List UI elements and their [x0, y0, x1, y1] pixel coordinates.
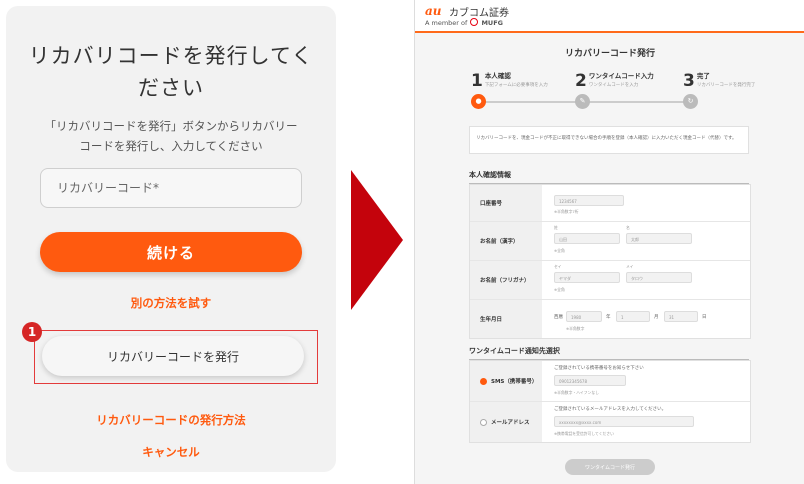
- step-badge: 1: [22, 322, 42, 342]
- step-number: 3: [683, 71, 695, 91]
- section-notify-title: ワンタイムコード通知先選択: [469, 346, 749, 360]
- member-prefix: A member of: [425, 19, 468, 27]
- sms-label: SMS（携帯番号）: [491, 379, 538, 385]
- birthdate-label: 生年月日: [470, 300, 542, 338]
- row-birthdate: 生年月日 西暦 1980 年 1 月 31 日 ※半角数字: [470, 300, 750, 338]
- refresh-icon: ↻: [683, 94, 698, 109]
- member-of-text: A member of MUFG: [425, 18, 503, 27]
- instruction-text: 「リカバリコードを発行」ボタンからリカバリー コードを発行し、入力してください: [36, 116, 306, 156]
- name-kana-label: お名前（フリガナ）: [470, 261, 542, 299]
- step-3: 3 完了 リカバリーコードを発行完了: [683, 72, 755, 90]
- row-name-kanji: お名前（漢字） 姓 名 山田 太郎 ※全角: [470, 222, 750, 261]
- step-2: 2 ワンタイムコード入力 ワンタイムコードを入力: [575, 72, 654, 90]
- site-header: au カブコム証券 A member of MUFG: [415, 0, 804, 33]
- birth-note: ※半角数字: [566, 326, 585, 331]
- first-name-kana-input[interactable]: タロウ: [626, 272, 692, 283]
- member-brand: MUFG: [481, 19, 503, 27]
- account-input[interactable]: 1234567: [554, 195, 624, 206]
- user-icon: ●: [471, 94, 486, 109]
- recovery-code-panel: リカバリコードを発行してく ださい 「リカバリコードを発行」ボタンからリカバリー…: [6, 6, 336, 472]
- mail-address-input[interactable]: xxxxxxxx@xxxx.com: [554, 416, 694, 427]
- sei-caption: 姓: [554, 225, 558, 230]
- account-label: 口座番号: [470, 185, 542, 221]
- name-kana-note: ※全角: [554, 287, 565, 292]
- name-kanji-label: お名前（漢字）: [470, 222, 542, 260]
- step-label: 完了 リカバリーコードを発行完了: [697, 72, 756, 90]
- step-sub: ワンタイムコードを入力: [588, 83, 639, 88]
- birth-day-input[interactable]: 31: [664, 311, 698, 322]
- notice-box: リカバリーコードを、現金コードが不正に取得できない場合の手順を登録（本人確認）に…: [469, 126, 749, 154]
- birth-year-input[interactable]: 1980: [566, 311, 602, 322]
- arrow-right-icon: [351, 170, 403, 310]
- progress-steps: 1 本人確認 下記フォームに必要事項を入力 2 ワンタイムコード入力 ワンタイム…: [471, 72, 761, 112]
- birth-month-input[interactable]: 1: [616, 311, 650, 322]
- instruction-line2: コードを発行し、入力してください: [79, 139, 263, 153]
- continue-button[interactable]: 続ける: [40, 232, 302, 272]
- recovery-code-input[interactable]: [40, 168, 302, 208]
- try-another-method-link[interactable]: 別の方法を試す: [26, 295, 316, 311]
- how-to-issue-link[interactable]: リカバリーコードの発行方法: [26, 412, 316, 428]
- last-name-kanji-input[interactable]: 山田: [554, 233, 620, 244]
- year-unit: 年: [606, 315, 611, 320]
- row-sms: SMS（携帯番号） ご登録されている携帯番号をお知らせ下さい 090123456…: [470, 361, 750, 402]
- notify-form: SMS（携帯番号） ご登録されている携帯番号をお知らせ下さい 090123456…: [469, 360, 751, 443]
- pencil-icon: ✎: [575, 94, 590, 109]
- mail-label: メールアドレス: [491, 420, 530, 426]
- identity-form: 口座番号 1234567 ※半角数字7桁 お名前（漢字） 姓 名 山田 太郎 ※…: [469, 184, 751, 339]
- month-unit: 月: [654, 315, 659, 320]
- step-label-text: ワンタイムコード入力: [588, 72, 654, 80]
- sms-label-cell: SMS（携帯番号）: [470, 361, 542, 401]
- page-title-line2: ださい: [138, 76, 204, 100]
- last-name-kana-input[interactable]: ヤマダ: [554, 272, 620, 283]
- mail-note: ※携帯電話を受信許可してください: [554, 431, 614, 436]
- issue-recovery-code-button[interactable]: リカバリーコードを発行: [42, 336, 304, 376]
- mei-kana-caption: メイ: [626, 264, 634, 269]
- sms-radio[interactable]: [480, 377, 487, 385]
- account-note: ※半角数字7桁: [554, 209, 579, 214]
- mei-caption: 名: [626, 225, 630, 230]
- cancel-link[interactable]: キャンセル: [26, 444, 316, 460]
- first-name-kanji-input[interactable]: 太郎: [626, 233, 692, 244]
- brand-name: カブコム証券: [449, 8, 509, 19]
- step-1: 1 本人確認 下記フォームに必要事項を入力: [471, 72, 548, 90]
- step-number: 1: [471, 71, 483, 91]
- issue-onetime-code-button[interactable]: ワンタイムコード発行: [565, 459, 655, 475]
- mail-radio[interactable]: [480, 418, 487, 426]
- mail-label-cell: メールアドレス: [470, 402, 542, 442]
- day-unit: 日: [702, 315, 707, 320]
- era-label: 西暦: [554, 315, 563, 320]
- step-label: 本人確認 下記フォームに必要事項を入力: [485, 72, 548, 90]
- step-sub: 下記フォームに必要事項を入力: [484, 83, 548, 88]
- name-kanji-note: ※全角: [554, 248, 565, 253]
- row-account: 口座番号 1234567 ※半角数字7桁: [470, 185, 750, 222]
- step-sub: リカバリーコードを発行完了: [696, 83, 756, 88]
- page-title: リカバリコードを発行してく ださい: [26, 40, 316, 104]
- step-label: ワンタイムコード入力 ワンタイムコードを入力: [589, 72, 654, 90]
- page-title: リカバリーコード発行: [564, 49, 655, 59]
- sms-hint: ご登録されている携帯番号をお知らせ下さい: [554, 366, 644, 371]
- sei-kana-caption: セイ: [554, 264, 562, 269]
- mail-hint: ご登録されているメールアドレスを入力してください。: [554, 407, 667, 412]
- section-identity-title: 本人確認情報: [469, 170, 749, 184]
- sms-note: ※半角数字・ハイフンなし: [554, 390, 599, 395]
- row-mail: メールアドレス ご登録されているメールアドレスを入力してください。 xxxxxx…: [470, 402, 750, 442]
- recovery-issue-page: au カブコム証券 A member of MUFG リカバリーコード発行 1 …: [414, 0, 804, 484]
- instruction-line1: 「リカバリコードを発行」ボタンからリカバリー: [44, 119, 298, 133]
- sms-phone-input[interactable]: 09012345678: [554, 375, 626, 386]
- step-label-text: 完了: [696, 72, 710, 80]
- step-label-text: 本人確認: [484, 72, 511, 80]
- au-logo: au: [425, 4, 442, 18]
- step-number: 2: [575, 71, 587, 91]
- row-name-kana: お名前（フリガナ） セイ メイ ヤマダ タロウ ※全角: [470, 261, 750, 300]
- page-title-line1: リカバリコードを発行してく: [28, 44, 314, 68]
- mufg-icon: [470, 18, 479, 26]
